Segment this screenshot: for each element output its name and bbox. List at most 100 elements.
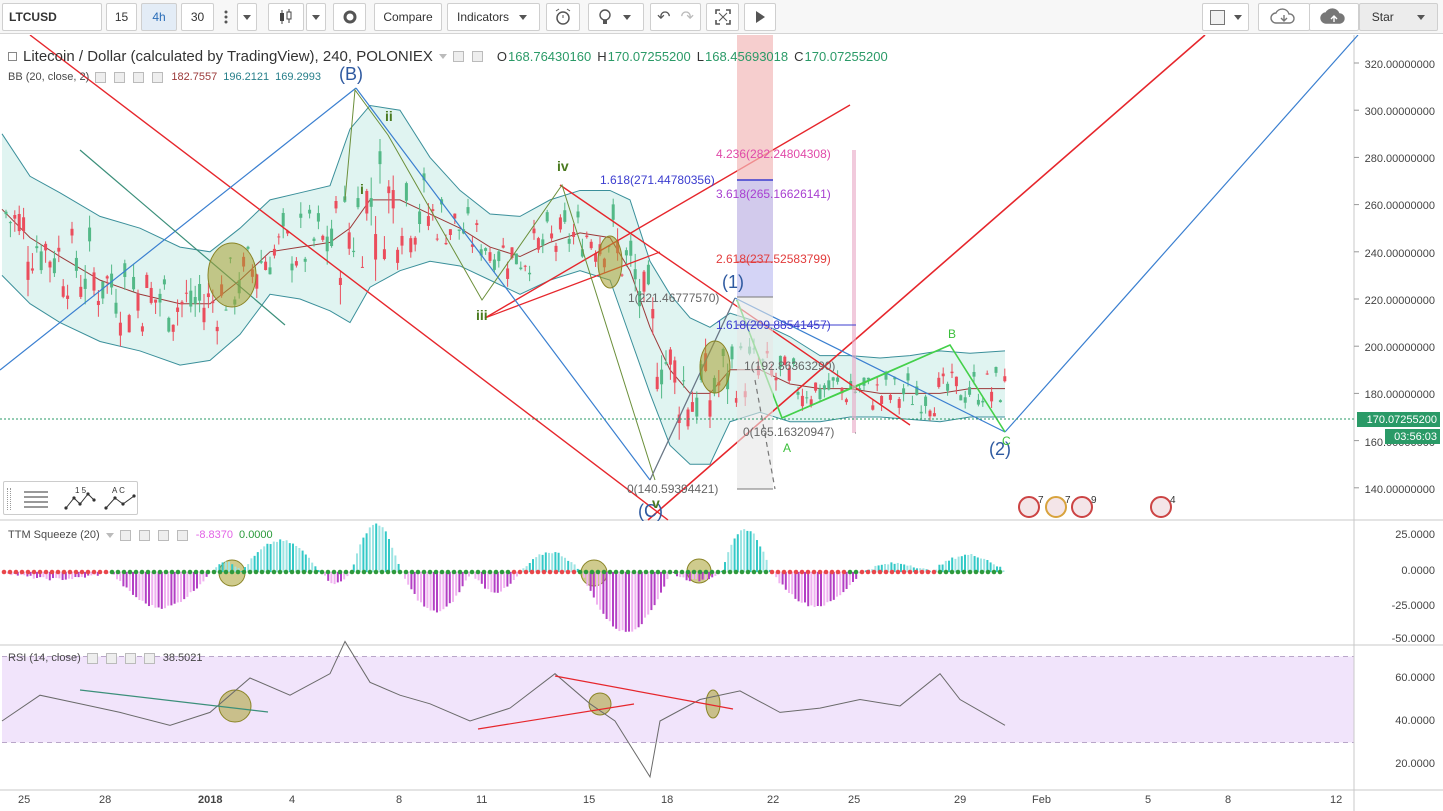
candle-body — [928, 410, 932, 417]
ttm-bar — [845, 572, 848, 589]
us-flag-event-icon[interactable]: 9 — [1071, 495, 1097, 518]
more-icon[interactable] — [176, 529, 188, 541]
candle-body — [668, 349, 672, 365]
ttm-bar — [330, 572, 333, 584]
close-icon[interactable] — [133, 71, 145, 83]
alert-button[interactable] — [546, 3, 580, 31]
cloud-download-button[interactable] — [1258, 3, 1310, 31]
ttm-squeeze-dot — [427, 569, 433, 575]
settings-icon[interactable] — [471, 51, 483, 62]
ttm-squeeze-dot — [565, 569, 571, 575]
candle-body — [259, 261, 263, 263]
fullscreen-button[interactable] — [706, 3, 739, 31]
ttm-bar — [391, 547, 394, 572]
close-icon[interactable] — [157, 529, 169, 541]
candle-body — [536, 238, 540, 250]
ttm-squeeze-dot — [913, 569, 919, 575]
redo-icon[interactable]: ↷ — [681, 7, 694, 27]
compare-label: Compare — [383, 10, 433, 24]
candle-body — [545, 212, 549, 222]
ttm-squeeze-dot — [745, 569, 751, 575]
ttm-squeeze-dot — [175, 569, 181, 575]
chart-style-dropdown[interactable] — [306, 3, 326, 31]
ttm-bar — [653, 572, 656, 606]
ttm-squeeze-dot — [391, 569, 397, 575]
ttm-squeeze-dot — [355, 569, 361, 575]
interval-15-button[interactable]: 15 — [106, 3, 137, 31]
more-intervals-icon[interactable] — [216, 3, 236, 31]
lines-tool-button[interactable] — [20, 486, 56, 512]
elliott-correction-tool-button[interactable]: A C — [102, 486, 138, 512]
us-flag-event-icon[interactable]: 7 — [1045, 495, 1071, 518]
collapse-icon[interactable] — [8, 52, 17, 61]
candle-body — [88, 227, 92, 242]
cloud-upload-button[interactable] — [1309, 3, 1359, 31]
ttm-squeeze-dot — [397, 569, 403, 575]
interval-30-button[interactable]: 30 — [181, 3, 214, 31]
ttm-squeeze-dot — [151, 569, 157, 575]
candle-body — [448, 229, 452, 235]
ttm-squeeze-dot — [415, 569, 421, 575]
replay-button[interactable] — [744, 3, 776, 31]
us-flag-event-icon[interactable]: 4 — [1150, 495, 1176, 518]
more-icon[interactable] — [152, 71, 164, 83]
close-icon[interactable] — [124, 652, 136, 664]
candle-body — [642, 271, 646, 292]
ttm-bar — [791, 572, 794, 595]
layout-button[interactable] — [1202, 3, 1249, 31]
eye-icon[interactable] — [452, 51, 464, 62]
chart-style-button[interactable] — [268, 3, 304, 31]
candle-body — [378, 151, 382, 165]
interval-4h-label: 4h — [152, 10, 166, 24]
candle-body — [316, 213, 320, 222]
fib-label-0-upper: 0(165.16320947) — [743, 425, 835, 439]
candle-body — [576, 211, 580, 218]
candle-body — [924, 396, 928, 406]
eye-icon[interactable] — [95, 71, 107, 83]
candle-body — [946, 383, 950, 391]
settings-icon[interactable] — [105, 652, 117, 664]
candle-body — [352, 250, 356, 253]
ttm-squeeze-dot — [529, 569, 535, 575]
compare-button[interactable]: Compare — [374, 3, 442, 31]
us-flag-event-icon[interactable]: 7 — [1018, 495, 1044, 518]
favorite-drawings-toolbar: 1 5 A C — [3, 481, 138, 515]
symbol-input[interactable]: LTCUSD — [2, 3, 102, 31]
settings-icon[interactable] — [138, 529, 150, 541]
candle-body — [651, 308, 655, 319]
chevron-down-icon[interactable] — [105, 532, 114, 538]
ttm-squeeze-dot — [289, 569, 295, 575]
ttm-bar — [804, 572, 806, 603]
wave-label-ii: ii — [385, 108, 393, 124]
ideas-button[interactable] — [588, 3, 644, 31]
price-axis-label: 260.00000000 — [1364, 200, 1435, 212]
ttm-bar — [631, 572, 634, 632]
ttm-bar — [292, 543, 294, 572]
settings-icon[interactable] — [114, 71, 126, 83]
ttm-squeeze-dot — [787, 569, 793, 575]
candle-body — [585, 235, 589, 238]
indicators-button[interactable]: Indicators — [447, 3, 540, 31]
interval-4h-button[interactable]: 4h — [141, 3, 177, 31]
more-icon[interactable] — [143, 652, 155, 664]
ttm-squeeze-dot — [811, 569, 817, 575]
eye-icon[interactable] — [86, 652, 98, 664]
eye-icon[interactable] — [119, 529, 131, 541]
settings-button[interactable] — [333, 3, 366, 31]
candle-body — [730, 346, 734, 360]
undo-icon[interactable]: ↶ — [657, 7, 670, 27]
candle-body — [246, 246, 250, 249]
interval-dropdown[interactable] — [237, 3, 257, 31]
drag-handle[interactable] — [7, 488, 11, 510]
chevron-down-icon[interactable] — [438, 54, 447, 59]
star-button[interactable]: Star — [1359, 3, 1438, 31]
ttm-bar — [384, 531, 387, 572]
price-axis-label: 180.00000000 — [1364, 389, 1435, 401]
ttm-squeeze-dot — [79, 569, 85, 575]
ttm-squeeze-dot — [7, 569, 13, 575]
price-axis-label: 240.00000000 — [1364, 248, 1435, 260]
candle-body — [211, 301, 215, 304]
elliott-impulse-tool-button[interactable]: 1 5 — [62, 486, 98, 512]
ttm-bar — [135, 572, 138, 598]
ttm-bar — [436, 572, 438, 613]
